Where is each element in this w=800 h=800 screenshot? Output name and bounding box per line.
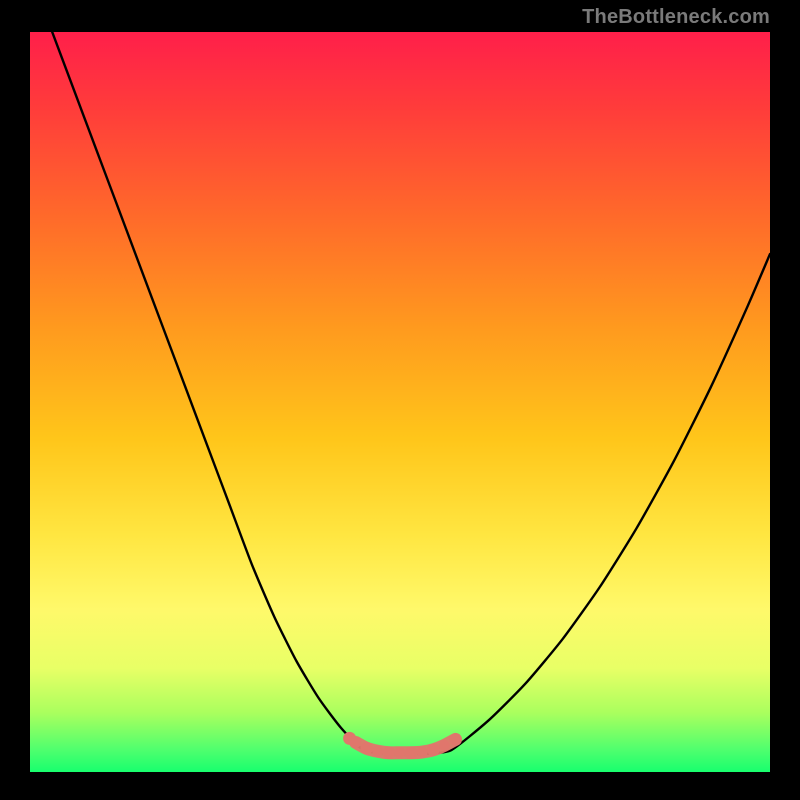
valley-marker-dot [395, 747, 406, 758]
attribution-label: TheBottleneck.com [582, 6, 770, 29]
plot-area [30, 32, 770, 772]
valley-marker-dot [372, 746, 383, 757]
valley-marker-dot [439, 740, 450, 751]
curve-group [52, 32, 770, 754]
valley-marker-dot [417, 747, 428, 758]
valley-marker-dot [449, 733, 462, 746]
valley-marker-dot [383, 746, 396, 759]
chart-svg [30, 32, 770, 772]
marker-group [343, 732, 462, 759]
chart-frame: TheBottleneck.com [0, 0, 800, 800]
bottleneck-curve [52, 32, 770, 754]
valley-marker-dot [360, 742, 373, 755]
valley-marker-dot [427, 744, 440, 757]
valley-marker-band [356, 739, 456, 752]
valley-marker-lead-dot [343, 732, 356, 745]
valley-marker-dot [350, 737, 361, 748]
valley-marker-dot [405, 746, 418, 759]
